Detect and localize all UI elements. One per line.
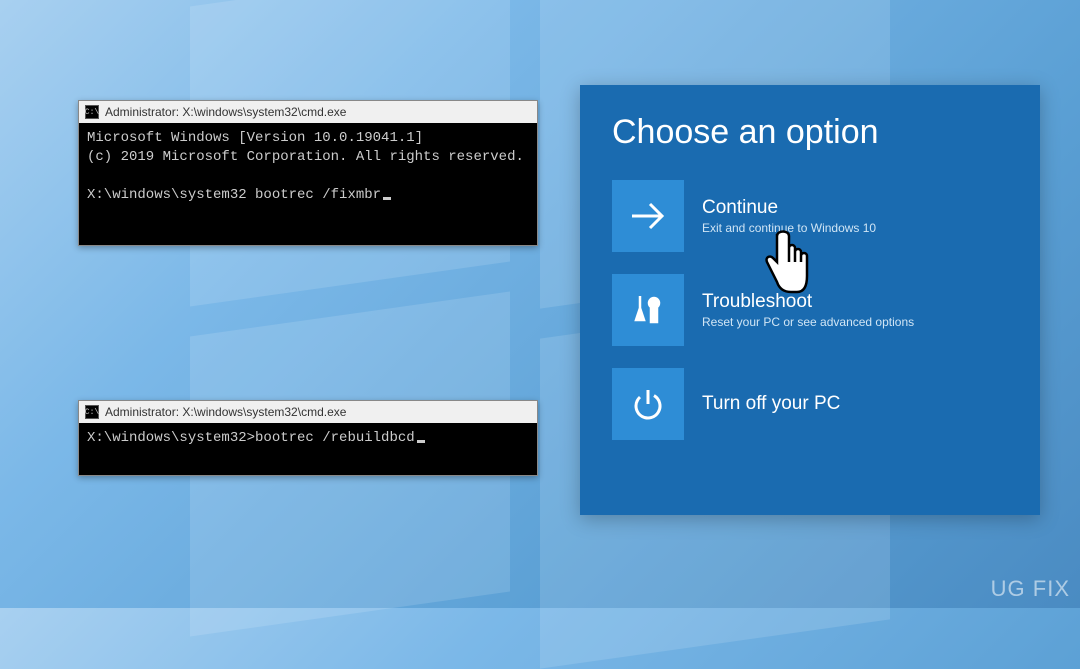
- arrow-right-icon: [612, 180, 684, 252]
- cmd-titlebar: C:\ Administrator: X:\windows\system32\c…: [79, 101, 537, 123]
- text-cursor: [383, 197, 391, 200]
- option-text: Continue Exit and continue to Windows 10: [702, 197, 876, 235]
- choose-option-panel: Choose an option Continue Exit and conti…: [580, 85, 1040, 515]
- cmd-icon: C:\: [85, 405, 99, 419]
- cmd-body[interactable]: X:\windows\system32>bootrec /rebuildbcd: [79, 423, 537, 475]
- watermark: UG FIX: [991, 576, 1070, 602]
- cmd-titlebar: C:\ Administrator: X:\windows\system32\c…: [79, 401, 537, 423]
- cmd-icon: C:\: [85, 105, 99, 119]
- tools-icon: [612, 274, 684, 346]
- cmd-prompt: X:\windows\system32>bootrec /rebuildbcd: [87, 430, 415, 446]
- text-cursor: [417, 440, 425, 443]
- option-title: Troubleshoot: [702, 291, 914, 313]
- option-title: Continue: [702, 197, 876, 219]
- cmd-body[interactable]: Microsoft Windows [Version 10.0.19041.1]…: [79, 123, 537, 245]
- cmd-title-text: Administrator: X:\windows\system32\cmd.e…: [105, 105, 346, 119]
- cmd-prompt: X:\windows\system32 bootrec /fixmbr: [87, 187, 381, 203]
- option-sub: Exit and continue to Windows 10: [702, 221, 876, 235]
- cmd-title-text: Administrator: X:\windows\system32\cmd.e…: [105, 405, 346, 419]
- option-title: Turn off your PC: [702, 393, 840, 415]
- cmd-line: Microsoft Windows [Version 10.0.19041.1]: [87, 130, 423, 146]
- option-text: Troubleshoot Reset your PC or see advanc…: [702, 291, 914, 329]
- cmd-window-fixmbr: C:\ Administrator: X:\windows\system32\c…: [78, 100, 538, 246]
- option-text: Turn off your PC: [702, 393, 840, 415]
- option-turn-off[interactable]: Turn off your PC: [612, 368, 1008, 440]
- cmd-window-rebuildbcd: C:\ Administrator: X:\windows\system32\c…: [78, 400, 538, 476]
- power-icon: [612, 368, 684, 440]
- option-troubleshoot[interactable]: Troubleshoot Reset your PC or see advanc…: [612, 274, 1008, 346]
- choose-heading: Choose an option: [612, 113, 1008, 152]
- option-sub: Reset your PC or see advanced options: [702, 315, 914, 329]
- cmd-line: (c) 2019 Microsoft Corporation. All righ…: [87, 149, 524, 165]
- option-continue[interactable]: Continue Exit and continue to Windows 10: [612, 180, 1008, 252]
